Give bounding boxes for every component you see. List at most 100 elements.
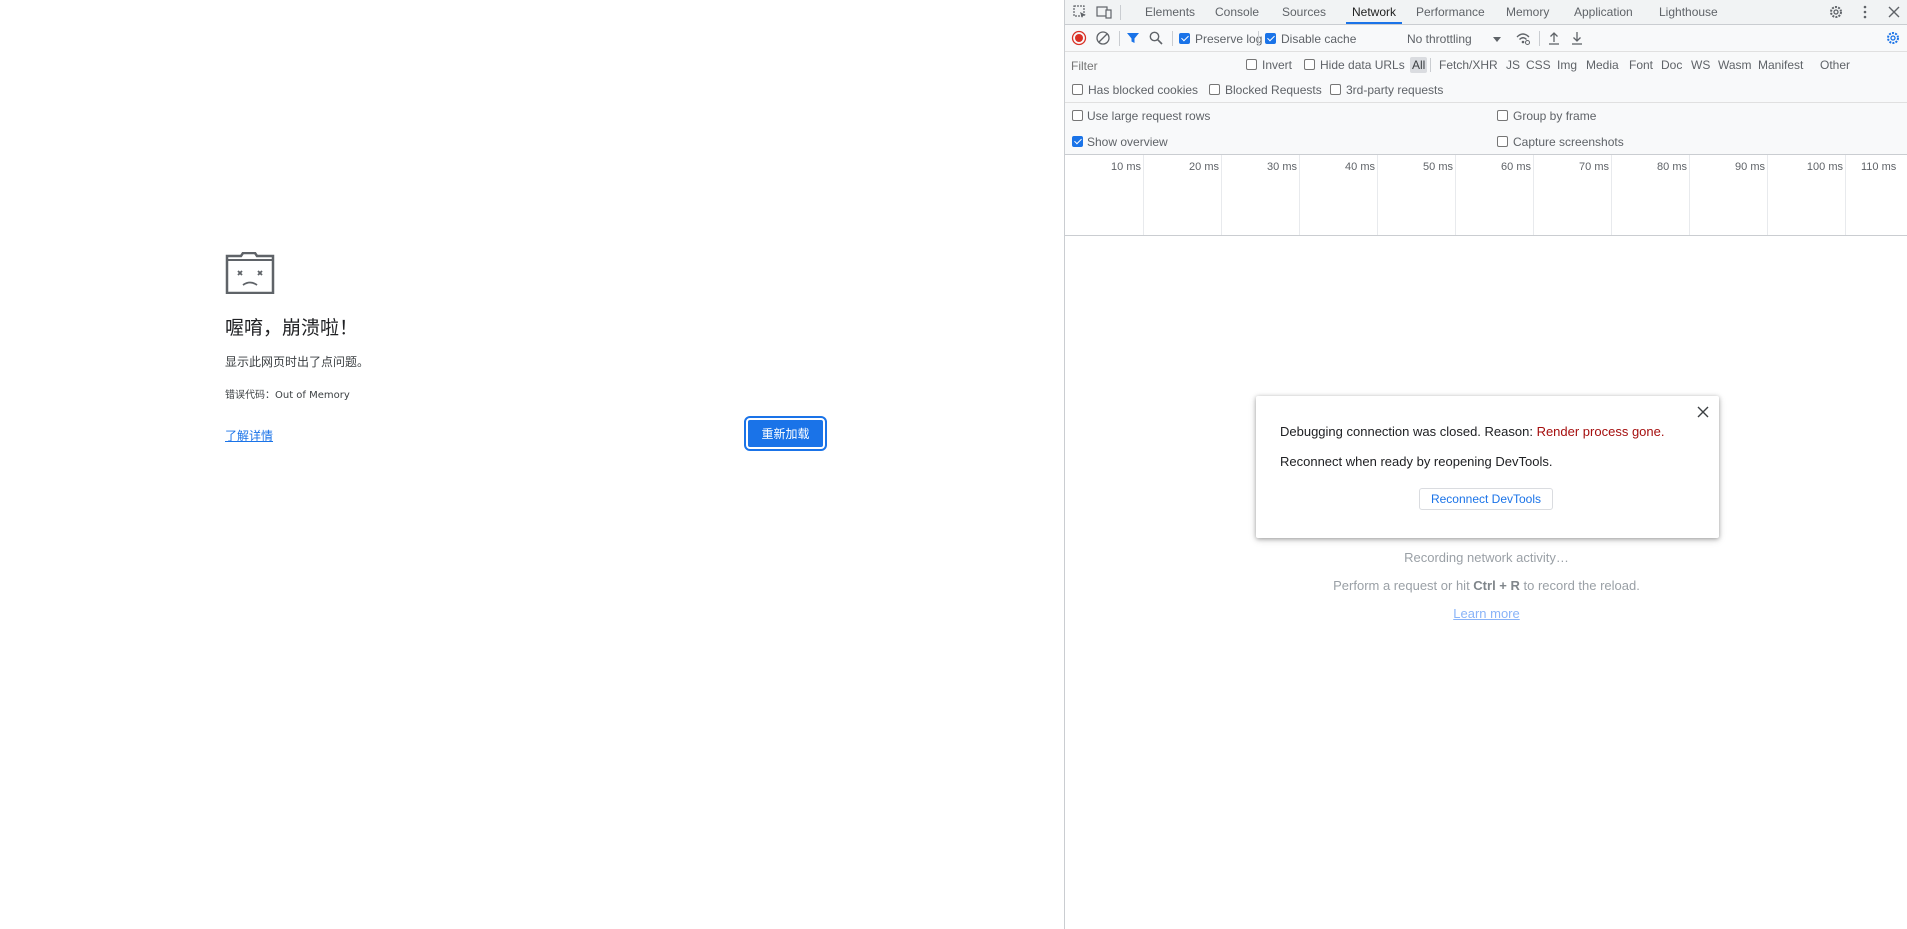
toolbar-divider	[1172, 31, 1173, 46]
toolbar-divider	[1120, 5, 1121, 20]
reconnect-devtools-button[interactable]: Reconnect DevTools	[1419, 488, 1553, 510]
timeline-tick-label: 50 ms	[1423, 161, 1453, 173]
network-conditions-icon[interactable]	[1515, 30, 1531, 46]
close-devtools-icon[interactable]	[1886, 4, 1902, 20]
hide-data-urls-label: Hide data URLs	[1320, 58, 1405, 72]
filter-type-other[interactable]: Other	[1818, 57, 1852, 73]
group-by-frame-checkbox[interactable]	[1497, 110, 1508, 121]
toolbar-divider	[1430, 58, 1431, 72]
toolbar-divider	[1258, 31, 1259, 46]
more-options-icon[interactable]	[1857, 4, 1873, 20]
capture-screenshots-label: Capture screenshots	[1513, 135, 1624, 149]
disable-cache-checkbox[interactable]	[1265, 33, 1276, 44]
network-settings-gear-icon[interactable]	[1885, 30, 1901, 46]
filter-type-img[interactable]: Img	[1555, 57, 1579, 73]
close-dialog-icon[interactable]	[1697, 406, 1709, 418]
throttling-select[interactable]: No throttling	[1407, 32, 1472, 46]
hide-data-urls-checkbox[interactable]	[1304, 59, 1315, 70]
timeline-tick-label: 110 ms	[1861, 161, 1897, 173]
invert-label: Invert	[1262, 58, 1293, 72]
search-icon[interactable]	[1148, 30, 1164, 46]
network-overview-timeline[interactable]: 10 ms 20 ms 30 ms 40 ms 50 ms 60 ms 70 m…	[1065, 155, 1907, 236]
stop-recording-icon[interactable]	[1071, 30, 1087, 46]
dialog-reconnect-hint: Reconnect when ready by reopening DevToo…	[1280, 454, 1553, 469]
clear-icon[interactable]	[1095, 30, 1111, 46]
tab-application[interactable]: Application	[1574, 0, 1633, 24]
devtools-learn-more-link[interactable]: Learn more	[1453, 606, 1519, 621]
tab-lighthouse[interactable]: Lighthouse	[1659, 0, 1718, 24]
has-blocked-cookies-label: Has blocked cookies	[1088, 83, 1199, 97]
disconnect-reason: Render process gone.	[1536, 424, 1665, 439]
timeline-gridline	[1845, 155, 1846, 235]
large-request-rows-checkbox[interactable]	[1072, 110, 1083, 121]
connection-closed-dialog: Debugging connection was closed. Reason:…	[1256, 396, 1719, 538]
learn-more-link[interactable]: 了解详情	[225, 427, 273, 444]
timeline-tick-label: 60 ms	[1501, 161, 1531, 173]
settings-gear-icon[interactable]	[1828, 4, 1844, 20]
filter-type-all[interactable]: All	[1410, 57, 1428, 73]
error-code: 错误代码：Out of Memory	[225, 390, 350, 401]
crash-page: 喔唷，崩溃啦！ 显示此网页时出了点问题。 错误代码：Out of Memory …	[0, 0, 1064, 929]
timeline-tick-label: 10 ms	[1111, 161, 1141, 173]
filter-type-wasm[interactable]: Wasm	[1716, 57, 1754, 73]
timeline-gridline	[1767, 155, 1768, 235]
timeline-gridline	[1689, 155, 1690, 235]
filter-input[interactable]	[1069, 57, 1233, 74]
show-overview-checkbox[interactable]	[1072, 136, 1083, 147]
filter-type-css[interactable]: CSS	[1524, 57, 1553, 73]
network-toolbar: Preserve log Disable cache No throttling	[1065, 25, 1907, 52]
toolbar-divider	[1119, 31, 1120, 46]
blocked-requests-label: Blocked Requests	[1225, 83, 1322, 97]
capture-screenshots-checkbox[interactable]	[1497, 136, 1508, 147]
record-hint-prefix: Perform a request or hit	[1333, 578, 1474, 593]
filter-type-ws[interactable]: WS	[1689, 57, 1712, 73]
reload-shortcut: Ctrl + R	[1473, 578, 1520, 593]
third-party-requests-label: 3rd-party requests	[1346, 83, 1444, 97]
crash-title: 喔唷，崩溃啦！	[225, 317, 359, 339]
invert-checkbox[interactable]	[1246, 59, 1257, 70]
timeline-tick-label: 40 ms	[1345, 161, 1375, 173]
filter-type-manifest[interactable]: Manifest	[1756, 57, 1805, 73]
timeline-gridline	[1377, 155, 1378, 235]
device-toolbar-icon[interactable]	[1096, 4, 1112, 20]
large-request-rows-label: Use large request rows	[1087, 109, 1211, 123]
timeline-gridline	[1455, 155, 1456, 235]
toolbar-divider	[1539, 31, 1540, 46]
reload-button[interactable]: 重新加载	[744, 416, 827, 451]
tab-sources[interactable]: Sources	[1282, 0, 1326, 24]
sad-folder-icon	[225, 252, 275, 294]
tab-elements[interactable]: Elements	[1145, 0, 1195, 24]
timeline-tick-label: 70 ms	[1579, 161, 1609, 173]
third-party-requests-checkbox[interactable]	[1330, 84, 1341, 95]
timeline-gridline	[1533, 155, 1534, 235]
tab-memory[interactable]: Memory	[1506, 0, 1549, 24]
preserve-log-checkbox[interactable]	[1179, 33, 1190, 44]
devtools-tab-bar: Elements Console Sources Network Perform…	[1065, 0, 1907, 25]
dialog-message: Debugging connection was closed. Reason:…	[1280, 424, 1664, 439]
export-har-icon[interactable]	[1569, 30, 1585, 46]
filter-type-doc[interactable]: Doc	[1659, 57, 1684, 73]
preserve-log-label: Preserve log	[1195, 32, 1263, 46]
timeline-tick-label: 20 ms	[1189, 161, 1219, 173]
timeline-tick-label: 100 ms	[1806, 161, 1843, 173]
disable-cache-label: Disable cache	[1281, 32, 1357, 46]
blocked-requests-checkbox[interactable]	[1209, 84, 1220, 95]
tab-performance[interactable]: Performance	[1416, 0, 1485, 24]
record-reload-hint: Perform a request or hit Ctrl + R to rec…	[1065, 578, 1907, 593]
filter-type-js[interactable]: JS	[1504, 57, 1522, 73]
group-by-frame-label: Group by frame	[1513, 109, 1597, 123]
timeline-gridline	[1299, 155, 1300, 235]
timeline-tick-label: 90 ms	[1735, 161, 1765, 173]
filter-type-fetch-xhr[interactable]: Fetch/XHR	[1437, 57, 1500, 73]
chevron-down-icon[interactable]	[1489, 31, 1505, 47]
inspect-element-icon[interactable]	[1072, 4, 1088, 20]
tab-console[interactable]: Console	[1215, 0, 1259, 24]
filter-type-font[interactable]: Font	[1627, 57, 1655, 73]
filter-type-media[interactable]: Media	[1584, 57, 1621, 73]
tab-network[interactable]: Network	[1346, 0, 1403, 24]
timeline-tick-label: 80 ms	[1657, 161, 1687, 173]
import-har-icon[interactable]	[1546, 30, 1562, 46]
filter-funnel-icon[interactable]	[1125, 30, 1141, 46]
has-blocked-cookies-checkbox[interactable]	[1072, 84, 1083, 95]
crash-description: 显示此网页时出了点问题。	[225, 355, 370, 369]
